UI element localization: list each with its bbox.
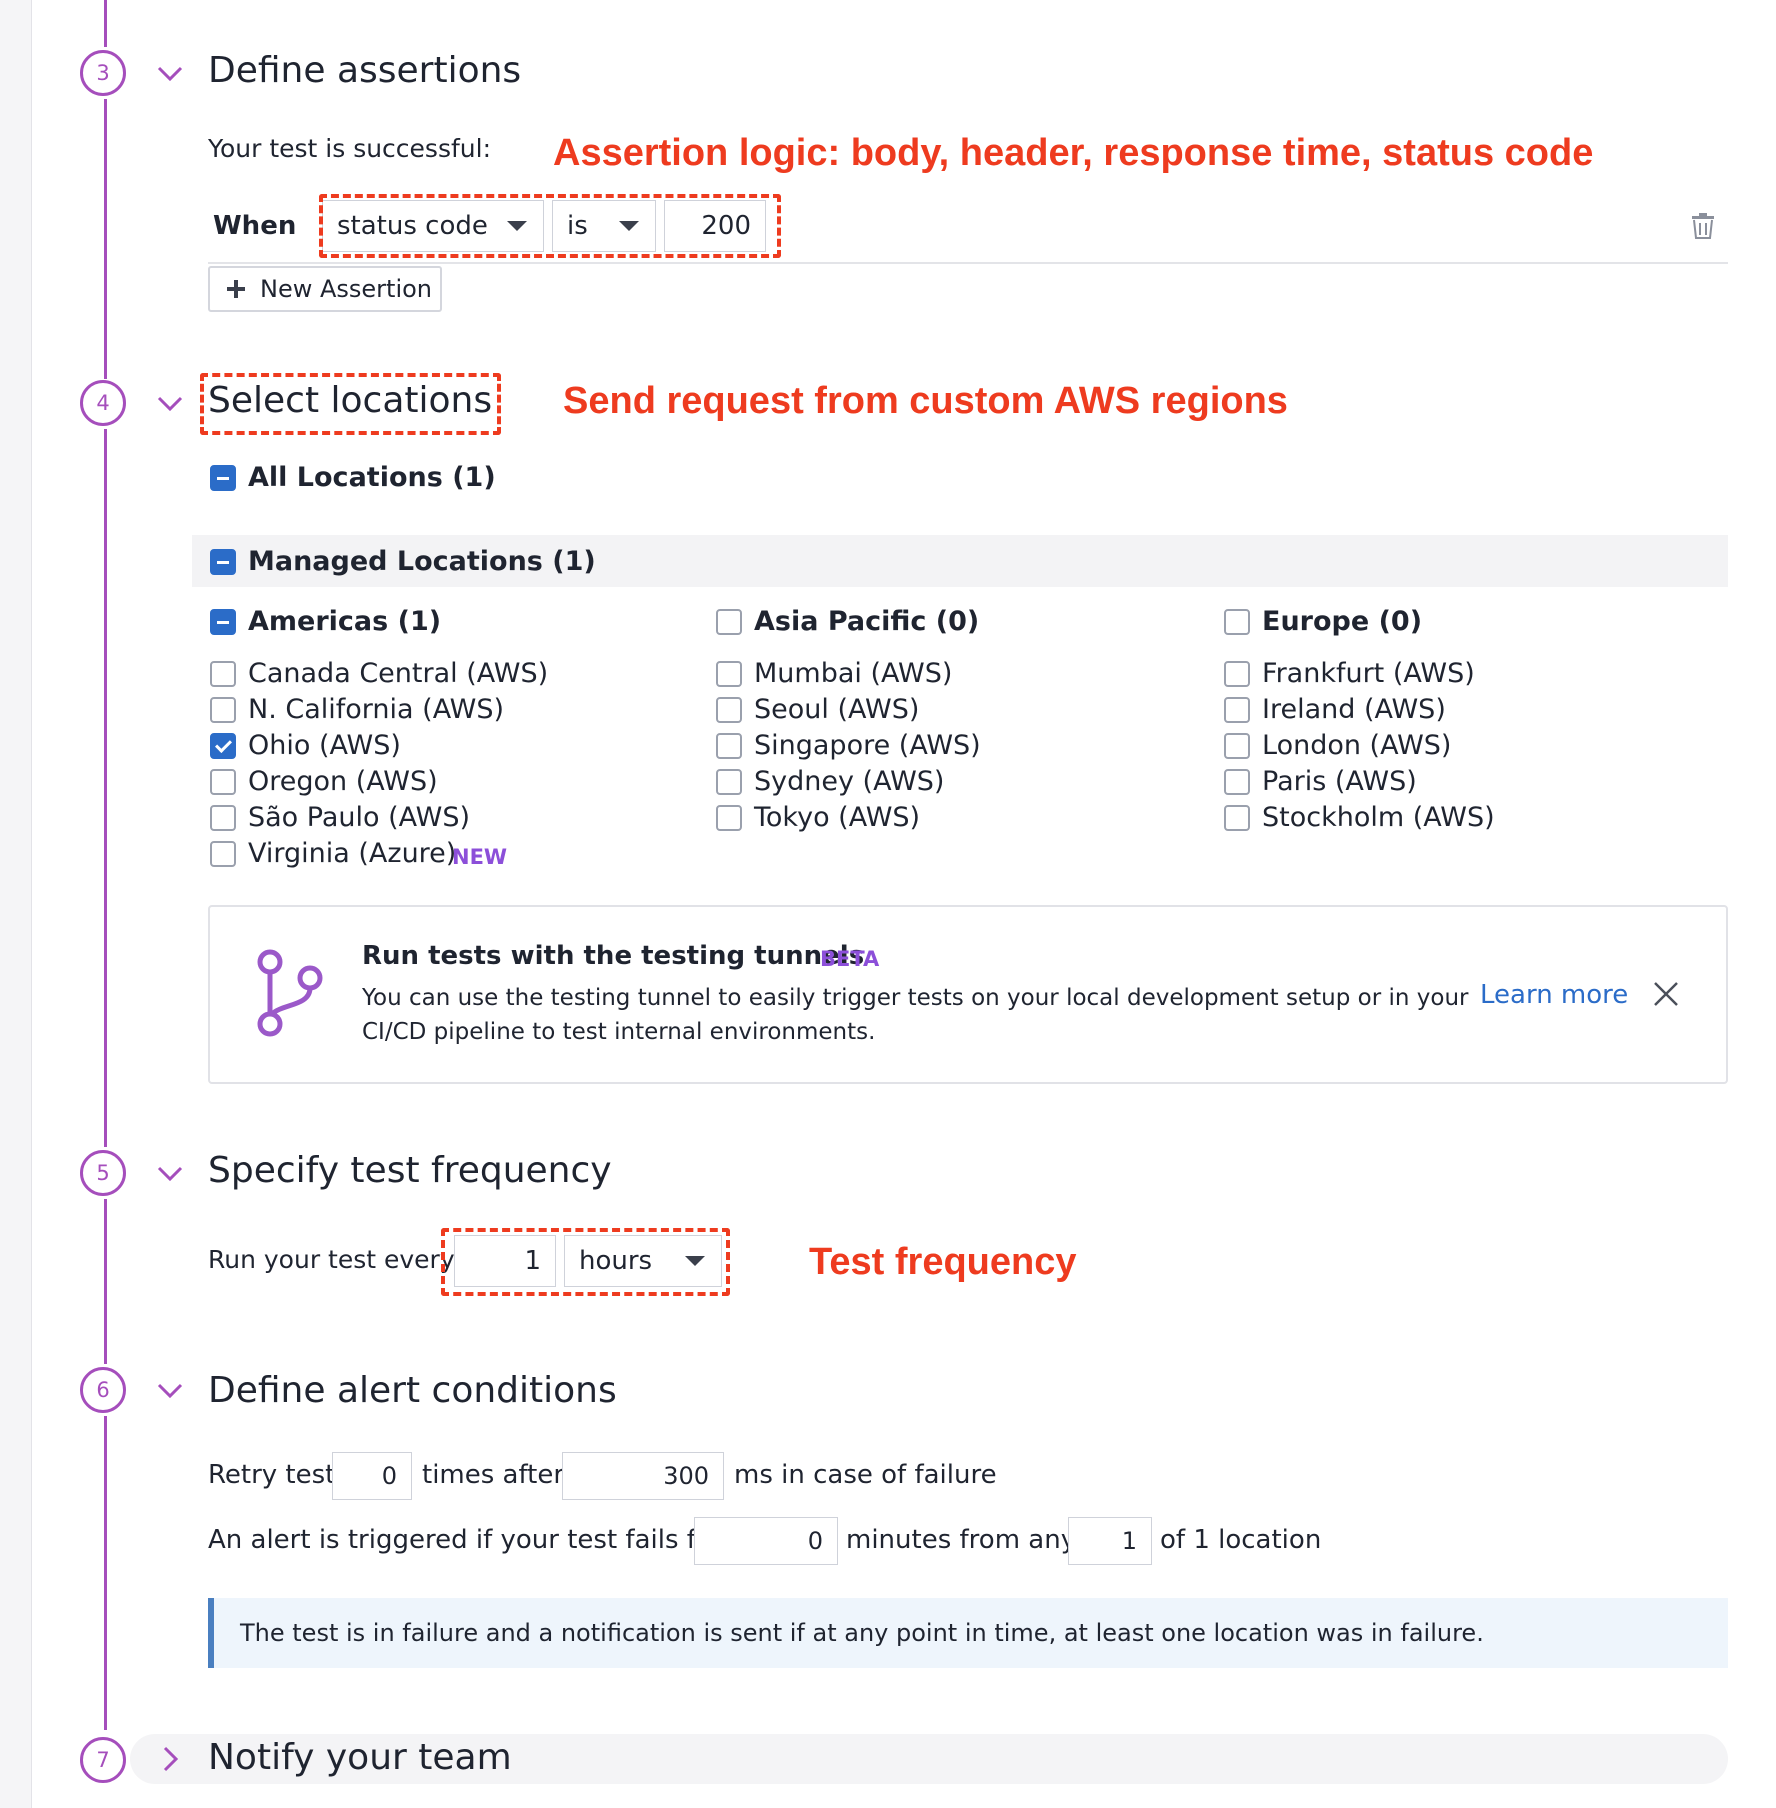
left-gutter [0,0,32,1808]
tunnel-description: You can use the testing tunnel to easily… [362,985,1469,1011]
location-checkbox[interactable] [210,841,236,867]
close-icon[interactable] [1653,981,1679,1007]
location-label: Singapore (AWS) [754,730,981,761]
chevron-right-icon[interactable] [156,1745,184,1773]
location-label: Oregon (AWS) [248,766,438,797]
step-number: 4 [80,380,126,426]
timeline-line [104,429,107,1147]
europe-label: Europe (0) [1262,606,1423,637]
location-label: Ohio (AWS) [248,730,401,761]
section-title: Notify your team [208,1737,512,1778]
tunnel-description: CI/CD pipeline to test internal environm… [362,1019,876,1045]
step-number: 7 [80,1737,126,1783]
annotation-box-assertion [319,194,781,258]
asia-pacific-label: Asia Pacific (0) [754,606,980,637]
when-label: When [213,211,297,241]
step-number: 6 [80,1367,126,1413]
new-assertion-label: New Assertion [260,275,433,303]
assertion-intro: Your test is successful: [208,134,491,163]
step-number: 5 [80,1150,126,1196]
all-locations-label: All Locations (1) [248,462,496,493]
step-number: 3 [80,50,126,96]
section-title: Define alert conditions [208,1370,617,1411]
location-checkbox-checked[interactable] [210,733,236,759]
ms-label: ms in case of failure [734,1460,997,1490]
chevron-down-icon[interactable] [156,1376,184,1404]
frequency-label: Run your test every [208,1245,455,1274]
timeline-line [104,99,107,379]
location-label: Virginia (Azure) [248,838,457,869]
location-checkbox[interactable] [716,661,742,687]
tunnel-title: Run tests with the testing tunnels [362,941,865,971]
branch-icon [257,949,323,1037]
location-checkbox[interactable] [716,697,742,723]
times-after-label: times after [422,1460,565,1490]
chevron-down-icon[interactable] [156,1159,184,1187]
new-badge: NEW [452,845,508,869]
location-label: Mumbai (AWS) [754,658,953,689]
section-title: Specify test frequency [208,1150,612,1191]
location-label: Ireland (AWS) [1262,694,1446,725]
alert-info-text: The test is in failure and a notificatio… [240,1619,1484,1647]
annotation-assertion: Assertion logic: body, header, response … [553,132,1594,174]
location-checkbox[interactable] [1224,733,1250,759]
location-checkbox[interactable] [716,769,742,795]
assertion-divider [208,262,1728,264]
chevron-down-icon[interactable] [156,59,184,87]
all-locations-checkbox[interactable] [210,465,236,491]
trash-icon[interactable] [1690,212,1716,240]
location-checkbox[interactable] [1224,769,1250,795]
location-label: Tokyo (AWS) [754,802,921,833]
location-label: Paris (AWS) [1262,766,1417,797]
location-checkbox[interactable] [210,661,236,687]
learn-more-link[interactable]: Learn more [1480,980,1628,1010]
location-label: São Paulo (AWS) [248,802,471,833]
managed-locations-label: Managed Locations (1) [248,546,596,577]
timeline-line [104,1199,107,1364]
americas-label: Americas (1) [248,606,442,637]
americas-checkbox[interactable] [210,609,236,635]
retry-count-input[interactable]: 0 [332,1452,412,1500]
section-title: Define assertions [208,50,522,91]
asia-pacific-checkbox[interactable] [716,609,742,635]
location-checkbox[interactable] [716,805,742,831]
europe-checkbox[interactable] [1224,609,1250,635]
minutes-from-any-label: minutes from any [846,1525,1077,1555]
location-label: Seoul (AWS) [754,694,920,725]
location-checkbox[interactable] [210,697,236,723]
location-checkbox[interactable] [1224,661,1250,687]
location-checkbox[interactable] [1224,697,1250,723]
location-checkbox[interactable] [716,733,742,759]
annotation-frequency: Test frequency [809,1241,1077,1283]
annotation-locations: Send request from custom AWS regions [563,380,1288,422]
location-label: London (AWS) [1262,730,1452,761]
location-label: Frankfurt (AWS) [1262,658,1475,689]
location-checkbox[interactable] [1224,805,1250,831]
alert-minutes-input[interactable]: 0 [694,1517,838,1565]
new-assertion-button[interactable]: New Assertion [208,266,442,312]
retry-interval-input[interactable]: 300 [562,1452,724,1500]
beta-badge: BETA [820,947,880,971]
annotation-box-frequency [441,1228,730,1296]
managed-locations-checkbox[interactable] [210,549,236,575]
annotation-box-locations [200,373,501,435]
location-label: N. California (AWS) [248,694,505,725]
timeline-line [104,0,107,47]
chevron-down-icon[interactable] [156,389,184,417]
of-locations-label: of 1 location [1160,1525,1322,1555]
alert-locations-input[interactable]: 1 [1068,1517,1152,1565]
timeline-line [104,1416,107,1730]
location-label: Stockholm (AWS) [1262,802,1495,833]
location-checkbox[interactable] [210,769,236,795]
plus-icon [227,280,245,298]
retry-label: Retry test [208,1460,336,1490]
location-label: Sydney (AWS) [754,766,945,797]
location-checkbox[interactable] [210,805,236,831]
location-label: Canada Central (AWS) [248,658,549,689]
trigger-label: An alert is triggered if your test fails… [208,1525,723,1555]
